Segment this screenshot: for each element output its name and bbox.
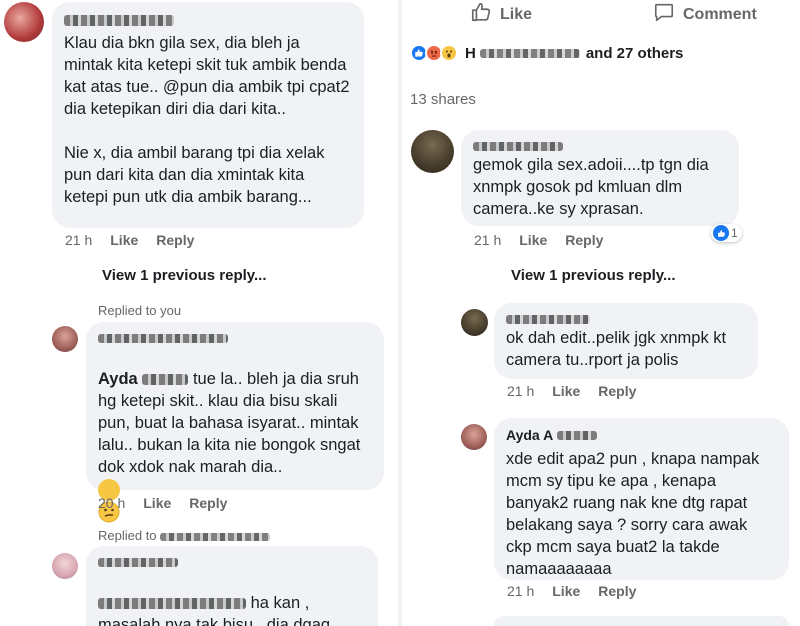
commenter-name-blurred[interactable] [506,311,746,325]
view-previous-replies[interactable]: View 1 previous reply... [511,267,676,284]
reply-link[interactable]: Reply [598,383,636,399]
comment-action-button[interactable]: Comment [653,1,757,28]
like-link[interactable]: Like [110,232,138,248]
reactors-names-blurred: H [465,45,580,62]
comment-meta: 21 h Like Reply [474,232,621,248]
commenter-name-blurred[interactable] [98,554,366,568]
reply-link[interactable]: Reply [598,583,636,599]
like-action-button[interactable]: Like [470,1,532,28]
column-divider [398,0,402,626]
avatar[interactable] [461,424,487,450]
comment-bubble: ha kan , masalah nya tak bisu , dia dgaq [86,546,378,626]
comment-time: 21 h [507,583,535,599]
comment-text: Klau dia bkn gila sex, dia bleh ja minta… [64,34,350,206]
comment-text-first: ha kan , [250,594,310,612]
reactions-summary-text: and 27 others [585,44,684,62]
wow-reaction-icon [440,44,458,62]
commenter-name-blurred[interactable] [473,138,727,152]
commenter-name-blurred[interactable] [98,330,372,344]
thumbs-up-icon [470,1,492,28]
comment-bubble: ok dah edit..pelik jgk xnmpk kt camera t… [494,303,758,379]
comment-bubble: gemok gila sex.adoii....tp tgn dia xnmpk… [461,130,739,226]
like-link[interactable]: Like [143,495,171,511]
comment-time: 21 h [65,232,93,248]
comment-text: gemok gila sex.adoii....tp tgn dia xnmpk… [473,156,709,218]
replied-to-label: Replied to [98,528,271,543]
shares-count[interactable]: 13 shares [410,91,476,108]
comment-text-rest: hg ketepi skit.. klau dia bisu skali pun… [98,392,361,476]
comment-text: Ayda tue la.. bleh ja dia sruh hg ketepi… [98,346,372,523]
comment-action-label: Comment [683,5,757,23]
comment-meta: 20 h Like Reply [98,495,245,511]
like-link[interactable]: Like [552,583,580,599]
commenter-name[interactable]: Ayda [98,370,138,388]
comment-text: xde edit apa2 pun , knapa nampak mcm sy … [506,450,760,578]
comment-meta: 21 h Like Reply [507,383,654,399]
like-count: 1 [731,226,738,240]
like-link[interactable]: Like [552,383,580,399]
reply-link[interactable]: Reply [189,495,227,511]
comment-meta: 21 h Like Reply [65,232,212,248]
comment-time: 20 h [98,495,126,511]
comment-bubble: Ayda A xde edit apa2 pun , knapa nampak … [494,418,789,580]
avatar[interactable] [52,553,78,579]
reply-link[interactable]: Reply [565,232,603,248]
avatar[interactable] [411,130,454,173]
comment-meta: 21 h Like Reply [507,583,654,599]
like-action-label: Like [500,5,533,23]
comment-text: ok dah edit..pelik jgk xnmpk kt camera t… [506,329,727,369]
comment-bubble-partial [494,616,789,626]
like-link[interactable]: Like [519,232,547,248]
reactions-summary[interactable]: H and 27 others [410,44,683,62]
comment-time: 21 h [474,232,502,248]
comment-bubble: Ayda tue la.. bleh ja dia sruh hg ketepi… [86,322,384,523]
comment-text-rest: masalah nya tak bisu , dia dgaq [98,616,331,626]
comment-text-first: tue la.. bleh ja dia sruh [192,370,359,388]
replied-to-you-label: Replied to you [98,303,182,318]
commenter-name-blurred[interactable] [64,10,352,28]
comment-bubble: Klau dia bkn gila sex, dia bleh ja minta… [52,2,364,228]
comment-text: ha kan , masalah nya tak bisu , dia dgaq [98,570,366,626]
commenter-name[interactable]: Ayda A [506,426,777,444]
comment-icon [653,1,675,28]
like-reaction-icon [713,225,729,241]
avatar[interactable] [52,326,78,352]
comment-time: 21 h [507,383,535,399]
view-previous-replies[interactable]: View 1 previous reply... [102,267,267,284]
comment-like-count-badge[interactable]: 1 [711,224,742,242]
avatar[interactable] [461,309,488,336]
reply-link[interactable]: Reply [156,232,194,248]
avatar[interactable] [4,2,44,42]
